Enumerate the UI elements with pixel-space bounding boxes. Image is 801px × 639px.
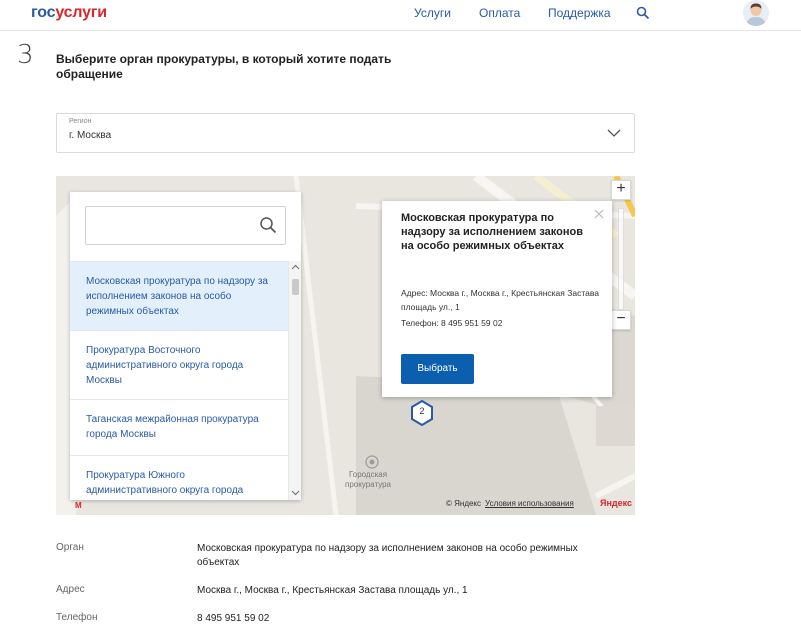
prosecutor-list: Московская прокуратура по надзору за исп… xyxy=(70,261,288,500)
nav-services[interactable]: Услуги xyxy=(414,6,451,20)
phone-value: 8 495 951 59 02 xyxy=(197,613,270,624)
scroll-thumb[interactable] xyxy=(292,279,299,295)
step-number: 3 xyxy=(17,40,34,70)
nav-support[interactable]: Поддержка xyxy=(548,6,611,20)
list-item[interactable]: Прокуратура Южного административного окр… xyxy=(70,456,288,500)
scroll-up-icon[interactable] xyxy=(291,263,300,272)
top-header: госуслуги Услуги Оплата Поддержка xyxy=(0,0,801,31)
zoom-in-button[interactable]: + xyxy=(611,180,631,200)
search-icon[interactable] xyxy=(636,6,650,20)
gosuslugi-logo[interactable]: госуслуги xyxy=(31,4,107,22)
zoom-slider[interactable] xyxy=(618,208,624,310)
phone-label: Телефон xyxy=(56,612,98,623)
cluster-count: 2 xyxy=(419,406,425,416)
org-value: Московская прокуратура по надзору за исп… xyxy=(197,543,578,568)
select-button[interactable]: Выбрать xyxy=(401,354,474,384)
yandex-logo: Яндекс xyxy=(600,498,633,508)
step-title: Выберите орган прокуратуры, в который хо… xyxy=(56,52,392,81)
map-copyright: © Яндекс Условия использования xyxy=(446,499,574,508)
region-label: Регион xyxy=(69,118,92,125)
chevron-down-icon xyxy=(607,129,621,137)
popup-phone: Телефон: 8 495 951 59 02 xyxy=(401,318,503,328)
list-item[interactable]: Таганская межрайонная прокуратура города… xyxy=(70,400,288,456)
search-list-panel: Московская прокуратура по надзору за исп… xyxy=(70,192,301,500)
list-item[interactable]: Московская прокуратура по надзору за исп… xyxy=(70,262,288,331)
map-place-label: Городская прокуратура xyxy=(344,470,391,489)
popup-address: Адрес: Москва г., Москва г., Крестьянска… xyxy=(401,288,600,312)
list-item[interactable]: Прокуратура Восточного административного… xyxy=(70,331,288,400)
terms-link[interactable]: Условия использования xyxy=(485,499,574,508)
nav-payment[interactable]: Оплата xyxy=(479,6,520,20)
map-popup: Московская прокуратура по надзору за исп… xyxy=(382,201,612,397)
map-cluster-marker[interactable]: 2 xyxy=(410,399,434,427)
logo-part-gos: гос xyxy=(31,4,56,21)
search-icon[interactable] xyxy=(259,216,277,234)
metro-icon: М xyxy=(75,501,82,510)
search-input[interactable] xyxy=(85,206,286,245)
zoom-out-button[interactable]: − xyxy=(611,310,631,330)
copyright-text: © Яндекс xyxy=(446,499,482,508)
user-avatar[interactable] xyxy=(743,0,769,26)
close-icon[interactable] xyxy=(594,209,604,219)
region-select[interactable]: Регион г. Москва xyxy=(56,113,635,153)
list-scrollbar[interactable] xyxy=(288,261,301,500)
region-value: г. Москва xyxy=(69,130,112,141)
address-value: Москва г., Москва г., Крестьянская Заста… xyxy=(197,585,468,596)
address-label: Адрес xyxy=(56,584,85,595)
org-label: Орган xyxy=(56,542,84,553)
popup-title: Московская прокуратура по надзору за исп… xyxy=(401,212,583,252)
logo-part-uslugi: услуги xyxy=(55,4,107,21)
scroll-down-icon[interactable] xyxy=(291,488,300,497)
